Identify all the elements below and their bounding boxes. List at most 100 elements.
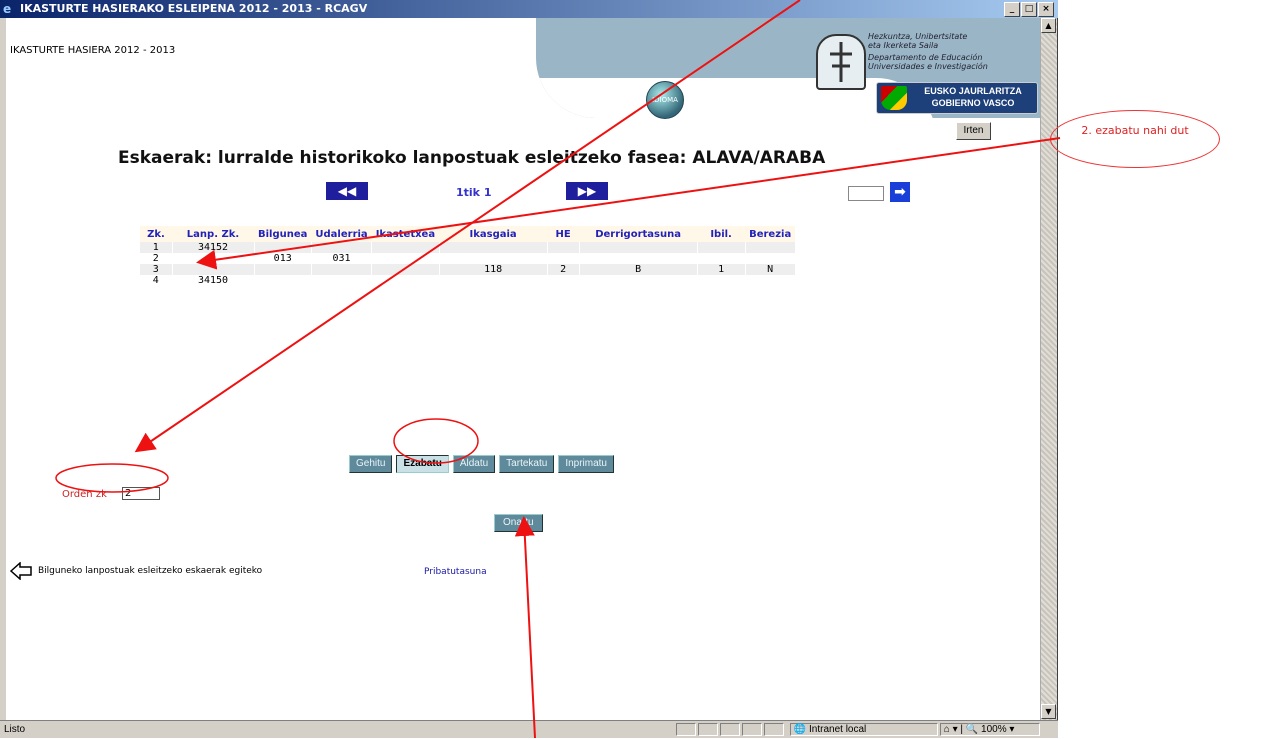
table-cell — [371, 242, 440, 253]
page-indicator: 1tik 1 — [456, 186, 492, 199]
table-cell — [172, 253, 255, 264]
school-year-label: IKASTURTE HASIERA 2012 - 2013 — [10, 45, 176, 56]
table-cell: 3 — [140, 264, 173, 275]
back-link[interactable]: Bilguneko lanpostuak esleitzeko eskaerak… — [10, 562, 262, 580]
zoom-control[interactable]: ⌂ ▾ | 🔍 100% ▾ — [940, 723, 1040, 736]
go-button[interactable]: ➡ — [890, 182, 910, 202]
next-page-button[interactable]: ▶▶ — [566, 182, 608, 200]
table-row[interactable]: 1 34152 — [140, 242, 796, 253]
scroll-up-icon[interactable]: ▲ — [1041, 18, 1056, 33]
department-name: Hezkuntza, Unibertsitate eta Ikerketa Sa… — [868, 32, 988, 71]
requests-table: Zk. Lanp. Zk. Bilgunea Udalerria Ikastet… — [140, 226, 796, 286]
table-cell — [311, 264, 373, 275]
table-cell — [172, 264, 255, 275]
print-button[interactable]: Inprimatu — [558, 455, 614, 473]
globe-icon: 🌐 — [793, 724, 807, 735]
table-cell — [439, 242, 548, 253]
column-header: Zk. — [140, 226, 172, 242]
table-cell — [547, 242, 580, 253]
table-cell — [439, 253, 548, 264]
page-content: IKASTURTE HASIERA 2012 - 2013 IDIOMA Hez… — [6, 18, 1040, 720]
column-header: Udalerria — [311, 226, 372, 242]
table-row[interactable]: 2 013 031 — [140, 253, 796, 264]
maximize-button[interactable]: □ — [1021, 2, 1037, 17]
table-cell — [371, 253, 440, 264]
zoom-icon: 🔍 — [965, 724, 979, 735]
window-controls: _ □ × — [1004, 2, 1054, 17]
table-cell: 4 — [140, 275, 173, 286]
table-cell — [579, 242, 698, 253]
table-cell — [371, 275, 440, 286]
table-cell — [697, 275, 746, 286]
order-number-input[interactable]: 2 — [122, 487, 160, 500]
minimize-button[interactable]: _ — [1004, 2, 1020, 17]
table-cell — [579, 253, 698, 264]
table-cell: N — [745, 264, 796, 275]
table-cell: 34152 — [172, 242, 255, 253]
table-cell — [745, 253, 796, 264]
table-cell — [745, 242, 796, 253]
browser-window: e IKASTURTE HASIERAKO ESLEIPENA 2012 - 2… — [0, 0, 1058, 738]
table-cell — [311, 242, 373, 253]
vertical-scrollbar[interactable]: ▲ ▼ — [1040, 18, 1057, 720]
accept-button[interactable]: Onartu — [494, 514, 543, 532]
previous-page-button[interactable]: ◀◀ — [326, 182, 368, 200]
column-header: Derrigortasuna — [579, 226, 698, 242]
eusko-jaurlaritza-logo: EUSKO JAURLARITZA GOBIERNO VASCO — [876, 82, 1038, 114]
right-arrow-icon: ➡ — [894, 184, 906, 200]
window-title: IKASTURTE HASIERAKO ESLEIPENA 2012 - 201… — [20, 2, 368, 15]
table-cell: 1 — [697, 264, 746, 275]
table-cell: 013 — [254, 253, 312, 264]
security-zone: 🌐 Intranet local — [790, 723, 938, 736]
table-row[interactable]: 4 34150 — [140, 275, 796, 286]
column-header: Lanp. Zk. — [172, 226, 254, 242]
table-cell — [745, 275, 796, 286]
table-cell: B — [579, 264, 698, 275]
order-number-label: Orden zk — [62, 489, 107, 500]
insert-button[interactable]: Tartekatu — [499, 455, 555, 473]
table-cell: 1 — [140, 242, 173, 253]
double-right-arrow-icon: ▶▶ — [577, 184, 597, 198]
table-cell — [579, 275, 698, 286]
title-bar: e IKASTURTE HASIERAKO ESLEIPENA 2012 - 2… — [0, 0, 1058, 18]
language-button[interactable]: IDIOMA — [646, 81, 684, 119]
table-cell — [547, 253, 580, 264]
page-title: Eskaerak: lurralde historikoko lanpostua… — [118, 148, 826, 168]
table-cell — [697, 242, 746, 253]
privacy-link[interactable]: Pribatutasuna — [424, 567, 487, 577]
exit-button[interactable]: Irten — [956, 122, 991, 140]
add-button[interactable]: Gehitu — [349, 455, 393, 473]
table-cell — [254, 242, 312, 253]
table-cell — [439, 275, 548, 286]
table-cell — [254, 275, 312, 286]
table-cell — [547, 275, 580, 286]
table-cell: 34150 — [172, 275, 255, 286]
table-cell: 2 — [547, 264, 580, 275]
action-toolbar: Gehitu Ezabatu Aldatu Tartekatu Inprimat… — [349, 455, 614, 473]
goto-page-input[interactable] — [848, 186, 884, 201]
delete-button[interactable]: Ezabatu — [396, 455, 449, 473]
scroll-down-icon[interactable]: ▼ — [1041, 704, 1056, 719]
column-header: Ikastetxea — [371, 226, 440, 242]
table-row[interactable]: 3 118 2 B 1 N — [140, 264, 796, 275]
back-arrow-icon — [10, 562, 32, 580]
status-text: Listo — [4, 724, 26, 735]
table-cell — [371, 264, 440, 275]
department-logo-icon — [816, 34, 866, 90]
column-header: Bilgunea — [254, 226, 312, 242]
back-link-label: Bilguneko lanpostuak esleitzeko eskaerak… — [38, 566, 263, 576]
annotation-callout: 2. ezabatu nahi dut — [1050, 110, 1220, 168]
column-header: Berezia — [745, 226, 796, 242]
table-cell — [697, 253, 746, 264]
double-left-arrow-icon: ◀◀ — [337, 184, 357, 198]
ie-icon: e — [3, 2, 12, 16]
modify-button[interactable]: Aldatu — [452, 455, 496, 473]
column-header: Ibil. — [697, 226, 746, 242]
column-header: Ikasgaia — [439, 226, 548, 242]
close-button[interactable]: × — [1038, 2, 1054, 17]
coat-of-arms-icon — [881, 86, 907, 110]
status-bar: Listo 🌐 Intranet local ⌂ ▾ | 🔍 100% ▾ — [0, 720, 1058, 738]
table-cell — [254, 264, 312, 275]
table-cell: 2 — [140, 253, 173, 264]
table-header: Zk. Lanp. Zk. Bilgunea Udalerria Ikastet… — [140, 226, 796, 242]
